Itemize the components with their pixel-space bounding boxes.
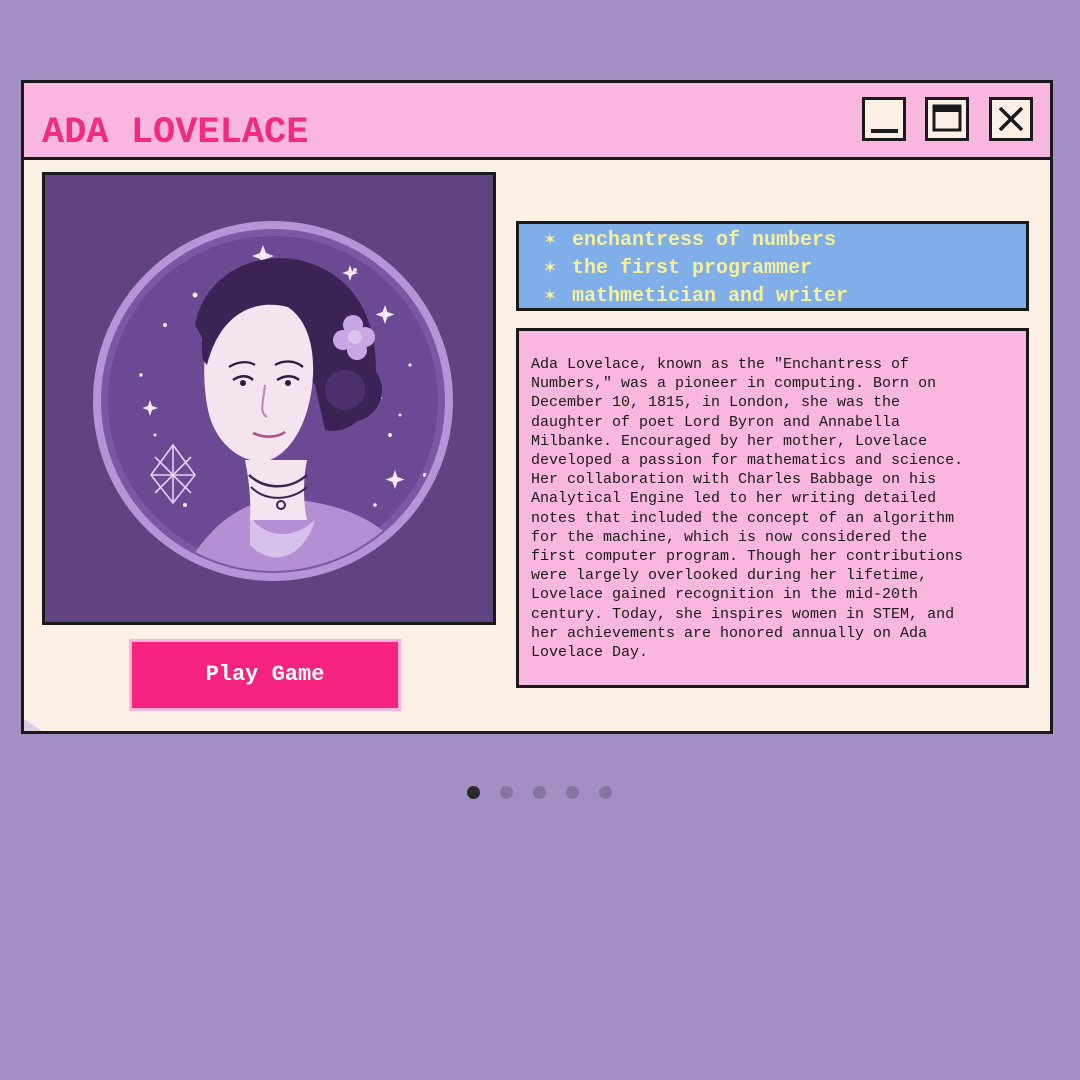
tagline-item: ✶ the first programmer [544,257,812,281]
carousel-pagination [0,786,1080,800]
star-icon: ✶ [544,229,557,252]
tagline-box: ✶ enchantress of numbers ✶ the first progr… [516,221,1029,311]
star-icon: ✶ [544,257,557,280]
star-icon: ✶ [544,285,557,308]
maximize-button[interactable] [925,97,969,141]
ada-lovelace-portrait-icon [93,221,453,581]
close-button[interactable] [989,97,1033,141]
pagination-dot-1[interactable] [467,786,480,799]
maximize-icon [932,104,962,132]
tagline-text: the first programmer [572,257,813,280]
pagination-dot-4[interactable] [566,786,579,799]
minimize-button[interactable] [862,97,906,141]
pagination-dot-2[interactable] [500,786,513,799]
pagination-dot-3[interactable] [533,786,546,799]
window-corner [24,719,42,731]
play-game-button[interactable]: Play Game [129,639,401,711]
minimize-icon [871,129,898,133]
tagline-text: enchantress of numbers [572,229,837,252]
bio-panel: Ada Lovelace, known as the "Enchantress … [516,328,1029,688]
tagline-item: ✶ mathmetician and writer [544,285,848,309]
bio-text: Ada Lovelace, known as the "Enchantress … [531,356,964,662]
pagination-dot-5[interactable] [599,786,612,799]
close-icon [998,106,1024,132]
title-bar[interactable]: ADA LOVELACE [24,83,1050,160]
tagline-item: ✶ enchantress of numbers [544,229,836,253]
tagline-text: mathmetician and writer [572,285,849,308]
window-title: ADA LOVELACE [42,112,309,154]
profile-window: ADA LOVELACE Play Game ✶ enchantress of … [21,80,1053,734]
portrait-frame [42,172,496,625]
